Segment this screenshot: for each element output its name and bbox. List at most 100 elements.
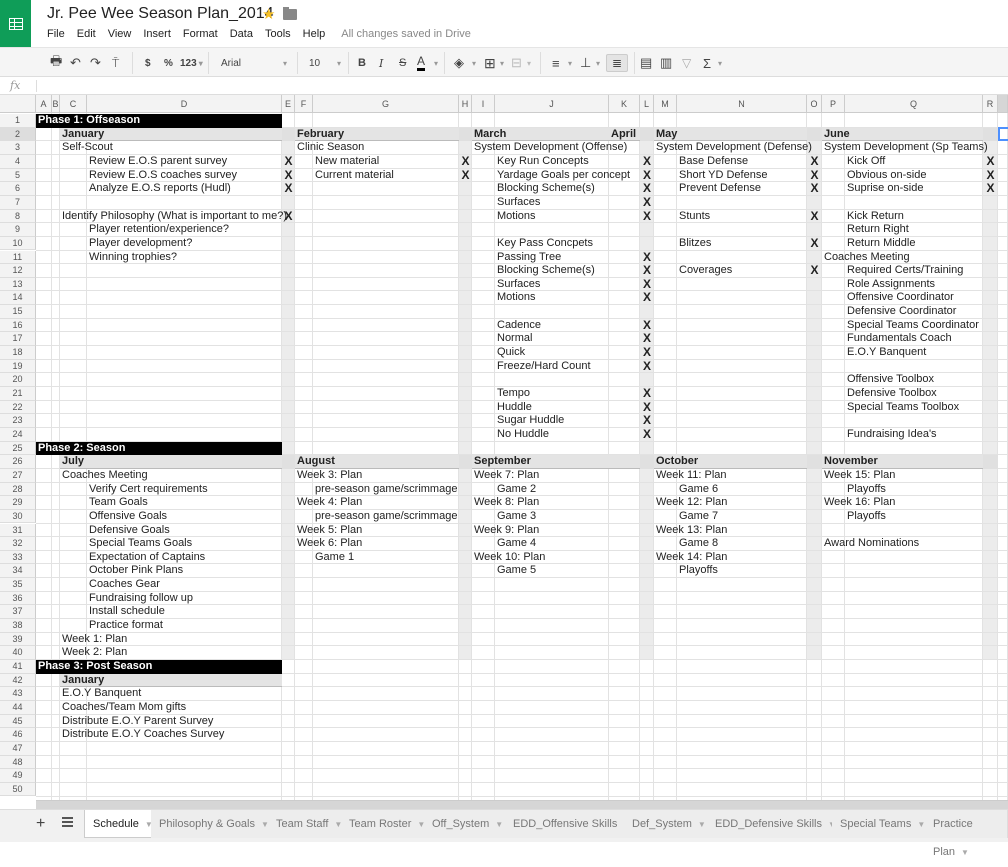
cell-q14[interactable]: Offensive Coordinator [845,291,954,305]
row-header[interactable]: 4 [0,154,36,169]
chevron-down-icon[interactable]: ▾ [568,54,572,72]
row-header[interactable]: 32 [0,537,36,551]
column-header-n[interactable]: N [677,95,807,113]
row-header[interactable]: 18 [0,346,36,360]
row-header[interactable]: 6 [0,182,36,196]
cell-m3[interactable]: System Development (Defense) [654,141,812,155]
check-mark[interactable]: X [282,154,295,169]
check-mark[interactable]: X [640,400,654,415]
cell-q17[interactable]: Fundamentals Coach [845,332,952,346]
row-header[interactable]: 40 [0,646,36,660]
check-mark[interactable]: X [640,263,654,278]
sheet-tab-practice-plan[interactable]: Practice Plan ▼ [925,810,1008,858]
cell-q9[interactable]: Return Right [845,223,909,237]
cell-j23[interactable]: Sugar Huddle [495,414,564,428]
number-format-button[interactable]: 123 ▾ [180,54,203,72]
cell-j13[interactable]: Surfaces [495,278,540,292]
filter-icon[interactable]: ▽ [682,54,691,72]
check-mark[interactable]: X [459,168,472,183]
sheet-tab-edd-offensive-skills[interactable]: EDD_Offensive Skills▼ [505,810,641,838]
cell-n10[interactable]: Blitzes [677,237,711,251]
cell-j18[interactable]: Quick [495,346,525,360]
sheet-tab-edd-defensive-skills[interactable]: EDD_Defensive Skills▼ [707,810,845,838]
check-mark[interactable]: X [640,168,654,183]
cell-q5[interactable]: Obvious on-side [845,169,927,183]
cell-c45[interactable]: Distribute E.O.Y Parent Survey [60,715,213,729]
cell-d36[interactable]: Fundraising follow up [87,592,193,606]
row-header[interactable]: 16 [0,318,36,333]
row-header[interactable]: 45 [0,714,36,729]
row-header[interactable]: 17 [0,332,36,347]
cell-d4[interactable]: Review E.O.S parent survey [87,155,227,169]
cell-j16[interactable]: Cadence [495,319,541,333]
check-mark[interactable]: X [640,250,654,265]
column-header-p[interactable]: P [822,95,845,113]
column-header-a[interactable]: A [36,95,52,113]
sheet-tab-team-roster[interactable]: Team Roster ▼ [341,810,435,838]
row-header[interactable]: 39 [0,632,36,647]
cell-q28[interactable]: Playoffs [845,483,886,497]
cell-i31[interactable]: Week 9: Plan [472,524,539,538]
check-mark[interactable]: X [807,236,822,251]
row-header[interactable]: 41 [0,660,36,674]
cell-j12[interactable]: Blocking Scheme(s) [495,264,595,278]
check-mark[interactable]: X [807,209,822,224]
cell-n30[interactable]: Game 7 [677,510,718,524]
row-header[interactable]: 2 [0,127,36,142]
strikethrough-button[interactable]: S [399,54,406,72]
cell-g28[interactable]: pre-season game/scrimmage [313,483,457,497]
row-header[interactable]: 13 [0,277,36,292]
currency-button[interactable]: $ [145,54,151,72]
column-header-j[interactable]: J [495,95,609,113]
check-mark[interactable]: X [640,277,654,292]
fill-color-icon[interactable]: ◈ [454,54,464,72]
row-header[interactable]: 3 [0,141,36,155]
cell-j11[interactable]: Passing Tree [495,251,561,265]
cell-m27[interactable]: Week 11: Plan [654,469,727,483]
row-header[interactable]: 12 [0,264,36,278]
horizontal-scrollbar[interactable] [36,800,1008,809]
check-mark[interactable]: X [640,345,654,360]
chevron-down-icon[interactable]: ▾ [527,54,531,72]
all-sheets-icon[interactable] [62,817,73,827]
cell-d29[interactable]: Team Goals [87,496,148,510]
chevron-down-icon[interactable]: ▼ [961,848,969,857]
paint-format-icon[interactable]: ⍑ [112,54,119,72]
spreadsheet-grid[interactable]: A B C D E F G H I J K L M N O P Q R 1 2 3 4 5 6 7 8 9 10 11 12 13 14 15 1… [0,95,1008,800]
row-header[interactable]: 34 [0,564,36,579]
merge-cells-icon[interactable]: ⊟ [511,54,522,72]
row-header[interactable]: 47 [0,741,36,756]
cell-d33[interactable]: Expectation of Captains [87,551,205,565]
row-header[interactable]: 50 [0,782,36,797]
cell-c8[interactable]: Identify Philosophy (What is important t… [60,210,287,224]
row-header[interactable]: 27 [0,468,36,483]
cell-f3[interactable]: Clinic Season [295,141,364,155]
row-header[interactable]: 26 [0,455,36,469]
sheet-tab-philosophy-goals[interactable]: Philosophy & Goals ▼ [151,810,278,838]
cell-j32[interactable]: Game 4 [495,537,536,551]
cell-n34[interactable]: Playoffs [677,564,718,578]
comment-icon[interactable]: ▤ [640,54,652,72]
check-mark[interactable]: X [640,332,654,346]
cell-g4[interactable]: New material [313,155,379,169]
vertical-scrollbar[interactable] [998,95,1008,113]
cell-q15[interactable]: Defensive Coordinator [845,305,956,319]
check-mark[interactable]: X [640,359,654,374]
cell-q12[interactable]: Required Certs/Training [845,264,963,278]
cell-g5[interactable]: Current material [313,169,394,183]
chart-icon[interactable]: ▥ [660,54,672,72]
row-header[interactable]: 37 [0,605,36,620]
chevron-down-icon[interactable]: ▼ [495,820,503,829]
column-header-g[interactable]: G [313,95,459,113]
cell-q22[interactable]: Special Teams Toolbox [845,401,959,415]
column-header-o[interactable]: O [807,95,822,113]
cell-n32[interactable]: Game 8 [677,537,718,551]
cell-j4[interactable]: Key Run Concepts [495,155,589,169]
sheet-tab-special-teams[interactable]: Special Teams ▼ [832,810,935,838]
borders-icon[interactable]: ⊞ [484,54,496,72]
cell-c39[interactable]: Week 1: Plan [60,633,127,647]
select-all-corner[interactable] [0,95,36,113]
redo-icon[interactable]: ↷ [90,54,101,72]
chevron-down-icon[interactable]: ▾ [596,54,600,72]
menu-tools[interactable]: Tools [265,28,291,40]
